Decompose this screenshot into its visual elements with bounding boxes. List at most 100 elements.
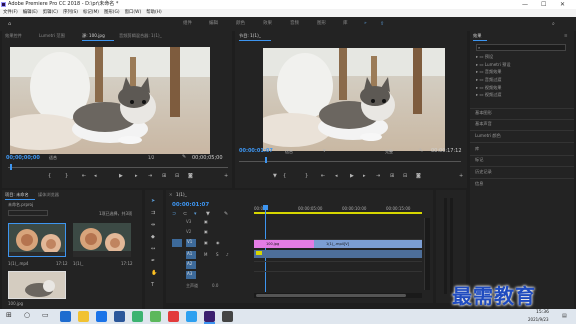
insert-icon[interactable]: ⊞ — [162, 174, 166, 179]
notifications-icon[interactable]: ▤ — [562, 314, 567, 319]
clip-image[interactable]: 100.jpg — [254, 240, 314, 248]
baidu-netdisk-icon[interactable] — [96, 311, 107, 322]
tab-audio-mixer[interactable]: 音频剪辑混合器: 1(1)_ — [119, 31, 162, 41]
menu-help[interactable]: 帮助(H) — [146, 9, 162, 17]
workspace-libraries[interactable]: 库 — [343, 17, 348, 31]
workspace-effects[interactable]: 效果 — [263, 17, 272, 31]
go-to-in-icon[interactable]: ⇤ — [82, 174, 86, 179]
source-timecode[interactable]: 00;00;00;00 — [6, 155, 40, 161]
razor-tool-icon[interactable]: ◆ — [151, 235, 155, 240]
mark-in-icon[interactable]: { — [48, 174, 51, 179]
tab-lumetri-scopes[interactable]: Lumetri 范围 — [39, 31, 65, 41]
ripple-edit-tool-icon[interactable]: ⇹ — [151, 223, 155, 228]
program-quality-select[interactable]: 完整 — [385, 149, 393, 155]
step-forward-icon[interactable]: ▸ — [135, 174, 138, 179]
play-icon[interactable]: ▶ — [350, 174, 354, 179]
source-playhead[interactable] — [10, 164, 12, 170]
source-resolution-select[interactable]: 1/2 — [148, 155, 154, 160]
start-button-icon[interactable]: ⊞ — [6, 312, 12, 319]
slip-tool-icon[interactable]: ↔ — [151, 247, 155, 252]
menu-clip[interactable]: 剪辑(C) — [43, 9, 58, 17]
effects-item-presets[interactable]: ▸ ▭ 预设 — [476, 54, 493, 60]
eye-icon[interactable]: ◉ — [216, 240, 220, 245]
app-icon[interactable] — [150, 311, 161, 322]
clock-date[interactable]: 2021/9/23 — [528, 317, 549, 322]
panel-menu-icon[interactable]: ≡ — [564, 31, 568, 41]
program-playhead[interactable] — [265, 157, 267, 163]
panel-essential-sound[interactable]: 基本声音 — [475, 121, 492, 127]
solo-icon[interactable]: S — [216, 252, 219, 257]
program-timecode[interactable]: 00:00:01:07 — [239, 148, 273, 154]
maximize-button[interactable]: ☐ — [541, 0, 546, 9]
go-to-in-icon[interactable]: ⇤ — [321, 174, 325, 179]
workspace-more[interactable]: » — [364, 17, 367, 31]
tab-sequence[interactable]: 1(1)_ — [176, 190, 187, 200]
hand-tool-icon[interactable]: ✋ — [151, 271, 157, 276]
panel-markers[interactable]: 标记 — [475, 157, 483, 163]
file-explorer-icon[interactable] — [78, 311, 89, 322]
task-view-icon[interactable]: ▭ — [42, 312, 49, 319]
go-to-out-icon[interactable]: ⇥ — [376, 174, 380, 179]
workspace-audio[interactable]: 音频 — [290, 17, 299, 31]
menu-sequence[interactable]: 序列(S) — [63, 9, 78, 17]
edge-browser-icon[interactable] — [60, 311, 71, 322]
overwrite-icon[interactable]: ⊟ — [175, 174, 179, 179]
search-icon[interactable]: ○ — [24, 312, 30, 319]
step-forward-icon[interactable]: ▸ — [363, 174, 366, 179]
app-icon[interactable] — [222, 311, 233, 322]
bin-item-video-1[interactable] — [8, 223, 66, 257]
mark-out-icon[interactable]: } — [65, 174, 68, 179]
mic-icon[interactable]: ♪ — [226, 252, 229, 257]
workspace-color[interactable]: 颜色 — [236, 17, 245, 31]
workspace-graphics[interactable]: 图形 — [317, 17, 326, 31]
track-label-a2[interactable]: A2 — [186, 261, 196, 269]
mark-in-icon[interactable]: { — [283, 174, 286, 179]
source-fit-select[interactable]: 适合 — [49, 155, 57, 161]
premiere-taskbar-icon[interactable] — [204, 311, 215, 322]
work-area-bar[interactable] — [254, 212, 422, 214]
camera-icon[interactable]: ◙ — [416, 174, 421, 179]
panel-info[interactable]: 信息 — [475, 181, 483, 187]
photoshop-icon[interactable] — [186, 311, 197, 322]
pen-tool-icon[interactable]: ✒ — [151, 259, 155, 264]
workspace-assembly[interactable]: 组件 — [183, 17, 192, 31]
source-time-ruler[interactable] — [8, 164, 228, 168]
menu-file[interactable]: 文件(F) — [3, 9, 18, 17]
mark-out-icon[interactable]: } — [305, 174, 308, 179]
wrench-icon[interactable]: ✎ — [182, 155, 186, 160]
track-label-v2[interactable]: V2 — [186, 229, 191, 234]
add-button-icon[interactable]: + — [459, 174, 463, 179]
effects-item-lumetri-presets[interactable]: ▸ ▭ Lumetri 预设 — [476, 62, 511, 68]
extract-icon[interactable]: ⊟ — [403, 174, 407, 179]
effects-item-video-transitions[interactable]: ▸ ▭ 视频过渡 — [476, 92, 502, 98]
track-label-a3[interactable]: A3 — [186, 271, 196, 279]
menu-edit[interactable]: 编辑(E) — [23, 9, 38, 17]
play-icon[interactable]: ▶ — [119, 174, 123, 179]
program-fit-select[interactable]: 适合 — [285, 149, 293, 155]
effects-item-audio-effects[interactable]: ▸ ▭ 音频效果 — [476, 69, 502, 75]
step-back-icon[interactable]: ◂ — [335, 174, 338, 179]
project-search-input[interactable] — [8, 210, 48, 216]
source-patch-v1[interactable] — [172, 239, 182, 247]
audio-clip-a1[interactable] — [254, 250, 422, 258]
menu-graphics[interactable]: 图形(G) — [104, 9, 120, 17]
lift-icon[interactable]: ⊞ — [390, 174, 394, 179]
master-track-value[interactable]: 0.0 — [212, 283, 218, 288]
bin-item-sequence[interactable] — [73, 223, 131, 257]
minimize-button[interactable]: — — [522, 0, 528, 9]
clock-time[interactable]: 15:36 — [536, 310, 549, 315]
menu-marker[interactable]: 标记(M) — [83, 9, 99, 17]
scroll-thumb[interactable] — [256, 294, 406, 297]
lock-icon[interactable]: ▣ — [204, 240, 208, 245]
quick-export-icon[interactable]: ⇪ — [380, 22, 384, 27]
marker-icon[interactable]: ▼ — [273, 174, 277, 179]
close-button[interactable]: ✕ — [560, 0, 565, 9]
panel-libraries[interactable]: 库 — [475, 146, 479, 152]
program-time-ruler[interactable] — [239, 158, 461, 162]
timeline-vertical-scrollbar[interactable] — [424, 218, 430, 290]
app-icon[interactable] — [168, 311, 179, 322]
type-tool-icon[interactable]: T — [151, 283, 154, 288]
home-icon[interactable]: ⌂ — [8, 22, 11, 27]
search-icon[interactable]: ⌕ — [552, 22, 555, 27]
add-button-icon[interactable]: + — [224, 174, 228, 179]
